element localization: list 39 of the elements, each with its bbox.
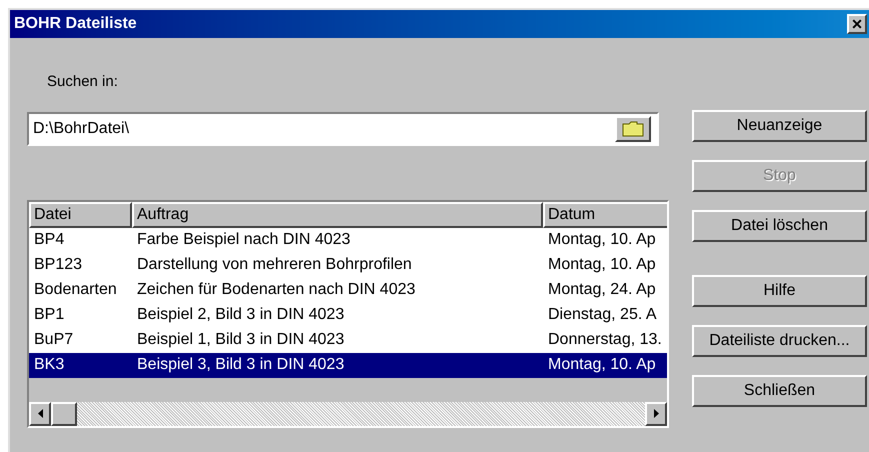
dialog-button[interactable]: Hilfe [692, 275, 867, 307]
close-button[interactable]: × [847, 14, 867, 34]
table-cell-text: Bodenarten [33, 280, 118, 300]
table-cell-text: Donnerstag, 13. [547, 330, 663, 350]
table-cell-text: BP1 [33, 305, 66, 325]
horizontal-scrollbar[interactable] [29, 402, 667, 426]
table-cell-text: BK3 [33, 355, 66, 375]
table-cell-text: BuP7 [33, 330, 74, 350]
dialog-button[interactable]: Dateiliste drucken... [692, 325, 867, 357]
right-arrow-icon [654, 409, 658, 418]
folder-icon [622, 120, 644, 136]
path-field[interactable]: D:\BohrDatei\ [27, 112, 659, 146]
column-header[interactable]: Datum [543, 202, 667, 228]
dialog-button[interactable]: Schließen [692, 375, 867, 407]
table-cell-text: Montag, 24. Ap [547, 280, 657, 300]
left-arrow-icon [38, 409, 42, 418]
dialog-button[interactable]: Neuanzeige [692, 110, 867, 142]
table-cell-text: Darstellung von mehreren Bohrprofilen [136, 255, 413, 275]
scroll-left-button[interactable] [29, 402, 51, 426]
table-cell-text: Zeichen für Bodenarten nach DIN 4023 [136, 280, 416, 300]
window-title: BOHR Dateiliste [14, 14, 137, 34]
scroll-thumb[interactable] [51, 402, 77, 426]
dialog-button[interactable]: Datei löschen [692, 210, 867, 242]
table-cell-text: Dienstag, 25. A [547, 305, 658, 325]
table-cell-text: Farbe Beispiel nach DIN 4023 [136, 230, 352, 250]
column-header[interactable]: Auftrag [132, 202, 543, 228]
file-row[interactable]: BK3 Beispiel 3, Bild 3 in DIN 4023 Montag, 10. Ap [29, 352, 667, 378]
table-cell-text: Montag, 10. Ap [547, 355, 657, 375]
browse-folder-button[interactable] [615, 116, 651, 142]
scroll-right-button[interactable] [645, 402, 667, 426]
search-in-label: Suchen in: [46, 72, 119, 92]
table-cell-text: Beispiel 2, Bild 3 in DIN 4023 [136, 305, 346, 325]
table-cell-text: Montag, 10. Ap [547, 255, 657, 275]
table-cell-text: BP123 [33, 255, 84, 275]
table-cell-text: Beispiel 3, Bild 3 in DIN 4023 [136, 355, 346, 375]
table-cell-text: Montag, 10. Ap [547, 230, 657, 250]
table-cell-text: BP4 [33, 230, 66, 250]
table-cell-text: Beispiel 1, Bild 3 in DIN 4023 [136, 330, 346, 350]
column-header[interactable]: Datei [29, 202, 132, 228]
